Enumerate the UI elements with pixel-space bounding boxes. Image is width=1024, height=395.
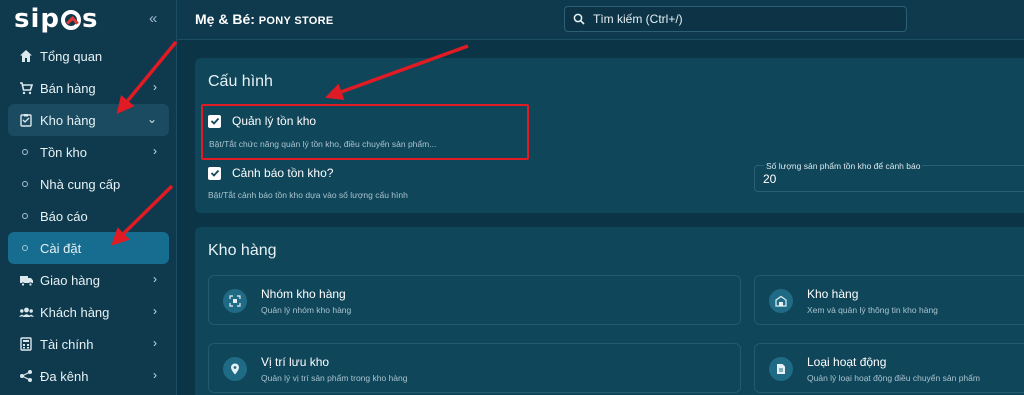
document-icon	[769, 357, 793, 381]
stock-alert-label: Cảnh báo tồn kho?	[232, 166, 334, 180]
chevron-right-icon: ›	[153, 368, 157, 382]
collapse-sidebar-icon[interactable]: «	[149, 10, 157, 27]
stock-alert-desc: Bật/Tắt cảnh báo tồn kho dựa vào số lượn…	[208, 190, 408, 200]
bullet-icon	[22, 245, 28, 251]
chevron-right-icon: ›	[153, 272, 157, 286]
chevron-down-icon: ⌄	[146, 112, 157, 126]
tile-warehouse-group[interactable]: Nhóm kho hàng Quản lý nhóm kho hàng	[208, 275, 741, 325]
stock-alert-checkbox[interactable]: Cảnh báo tồn kho?	[208, 166, 333, 180]
sidebar-item-kho-hang[interactable]: Kho hàng ⌄	[8, 104, 169, 136]
sidebar-item-bao-cao[interactable]: Báo cáo	[0, 200, 177, 232]
bullet-icon	[22, 149, 28, 155]
sidebar-item-ban-hang[interactable]: Bán hàng ›	[0, 72, 177, 104]
search-input[interactable]: Tìm kiếm (Ctrl+/)	[564, 6, 907, 32]
tile-name: Nhóm kho hàng	[261, 287, 346, 301]
calculator-icon	[18, 336, 34, 352]
sidebar-nav: Tổng quan Bán hàng › Kho hàng ⌄ Tồn kho …	[0, 40, 177, 392]
store-title: Mẹ & Bé: PONY STORE	[195, 11, 334, 27]
chevron-right-icon: ›	[153, 304, 157, 318]
logo-o-mark	[61, 10, 82, 30]
group-icon	[223, 289, 247, 313]
sidebar-item-label: Khách hàng	[40, 304, 110, 320]
warehouse-icon	[769, 289, 793, 313]
sidebar-item-label: Nhà cung cấp	[40, 176, 121, 192]
tile-name: Kho hàng	[807, 287, 859, 301]
sidebar-item-tong-quan[interactable]: Tổng quan	[0, 40, 177, 72]
search-placeholder: Tìm kiếm (Ctrl+/)	[593, 12, 683, 26]
sidebar-item-da-kenh[interactable]: Đa kênh ›	[0, 360, 177, 392]
highlight-box	[201, 104, 529, 160]
tile-desc: Xem và quản lý thông tin kho hàng	[807, 305, 938, 315]
sidebar-item-label: Kho hàng	[40, 112, 96, 128]
tile-name: Loại hoạt động	[807, 355, 887, 369]
chevron-right-icon: ›	[153, 336, 157, 350]
tile-activity-type[interactable]: Loại hoạt động Quản lý loại hoạt động đi…	[754, 343, 1024, 393]
clipboard-icon	[18, 112, 34, 128]
sidebar-item-khach-hang[interactable]: Khách hàng ›	[0, 296, 177, 328]
tile-desc: Quản lý loại hoạt động điều chuyển sản p…	[807, 373, 980, 383]
truck-icon	[18, 272, 34, 288]
sidebar-item-label: Tài chính	[40, 336, 94, 352]
config-title: Cấu hình	[208, 73, 273, 90]
sidebar-item-label: Tồn kho	[40, 144, 87, 160]
sidebar-item-tai-chinh[interactable]: Tài chính ›	[0, 328, 177, 360]
warehouse-title: Kho hàng	[208, 242, 277, 259]
chevron-right-icon: ›	[153, 80, 157, 94]
tile-desc: Quản lý nhóm kho hàng	[261, 305, 352, 315]
sidebar-item-label: Tổng quan	[40, 48, 103, 64]
cart-icon	[18, 80, 34, 96]
logo[interactable]: sips	[14, 4, 99, 34]
tile-name: Vị trí lưu kho	[261, 355, 330, 369]
bullet-icon	[22, 181, 28, 187]
sidebar-item-ton-kho[interactable]: Tồn kho ›	[0, 136, 177, 168]
sidebar-item-label: Bán hàng	[40, 80, 96, 96]
store-prefix: Mẹ & Bé:	[195, 11, 259, 27]
share-icon	[18, 368, 34, 384]
chevron-right-icon: ›	[153, 144, 157, 158]
checkbox-checked-icon	[208, 166, 221, 180]
sidebar-item-nha-cung-cap[interactable]: Nhà cung cấp	[0, 168, 177, 200]
sidebar-item-label: Giao hàng	[40, 272, 100, 288]
tile-storage-location[interactable]: Vị trí lưu kho Quản lý vị trí sản phẩm t…	[208, 343, 741, 393]
threshold-value: 20	[763, 171, 777, 186]
tile-desc: Quản lý vị trí sản phẩm trong kho hàng	[261, 373, 408, 383]
store-name: PONY STORE	[258, 15, 334, 27]
sidebar-item-label: Cài đặt	[40, 240, 82, 256]
users-icon	[18, 304, 34, 320]
sidebar: sips « Tổng quan Bán hàng › Kho hàng ⌄ T…	[0, 0, 177, 395]
sidebar-item-label: Báo cáo	[40, 208, 88, 224]
sidebar-item-cai-dat[interactable]: Cài đặt	[8, 232, 169, 264]
sidebar-item-label: Đa kênh	[40, 368, 89, 384]
bullet-icon	[22, 213, 28, 219]
threshold-label: Số lượng sản phẩm tồn kho để cảnh báo	[764, 161, 923, 171]
location-pin-icon	[223, 357, 247, 381]
topbar: Mẹ & Bé: PONY STORE Tìm kiếm (Ctrl+/)	[177, 0, 1024, 40]
home-icon	[18, 48, 34, 64]
search-icon	[573, 13, 585, 25]
sidebar-item-giao-hang[interactable]: Giao hàng ›	[0, 264, 177, 296]
tile-warehouse[interactable]: Kho hàng Xem và quản lý thông tin kho hà…	[754, 275, 1024, 325]
